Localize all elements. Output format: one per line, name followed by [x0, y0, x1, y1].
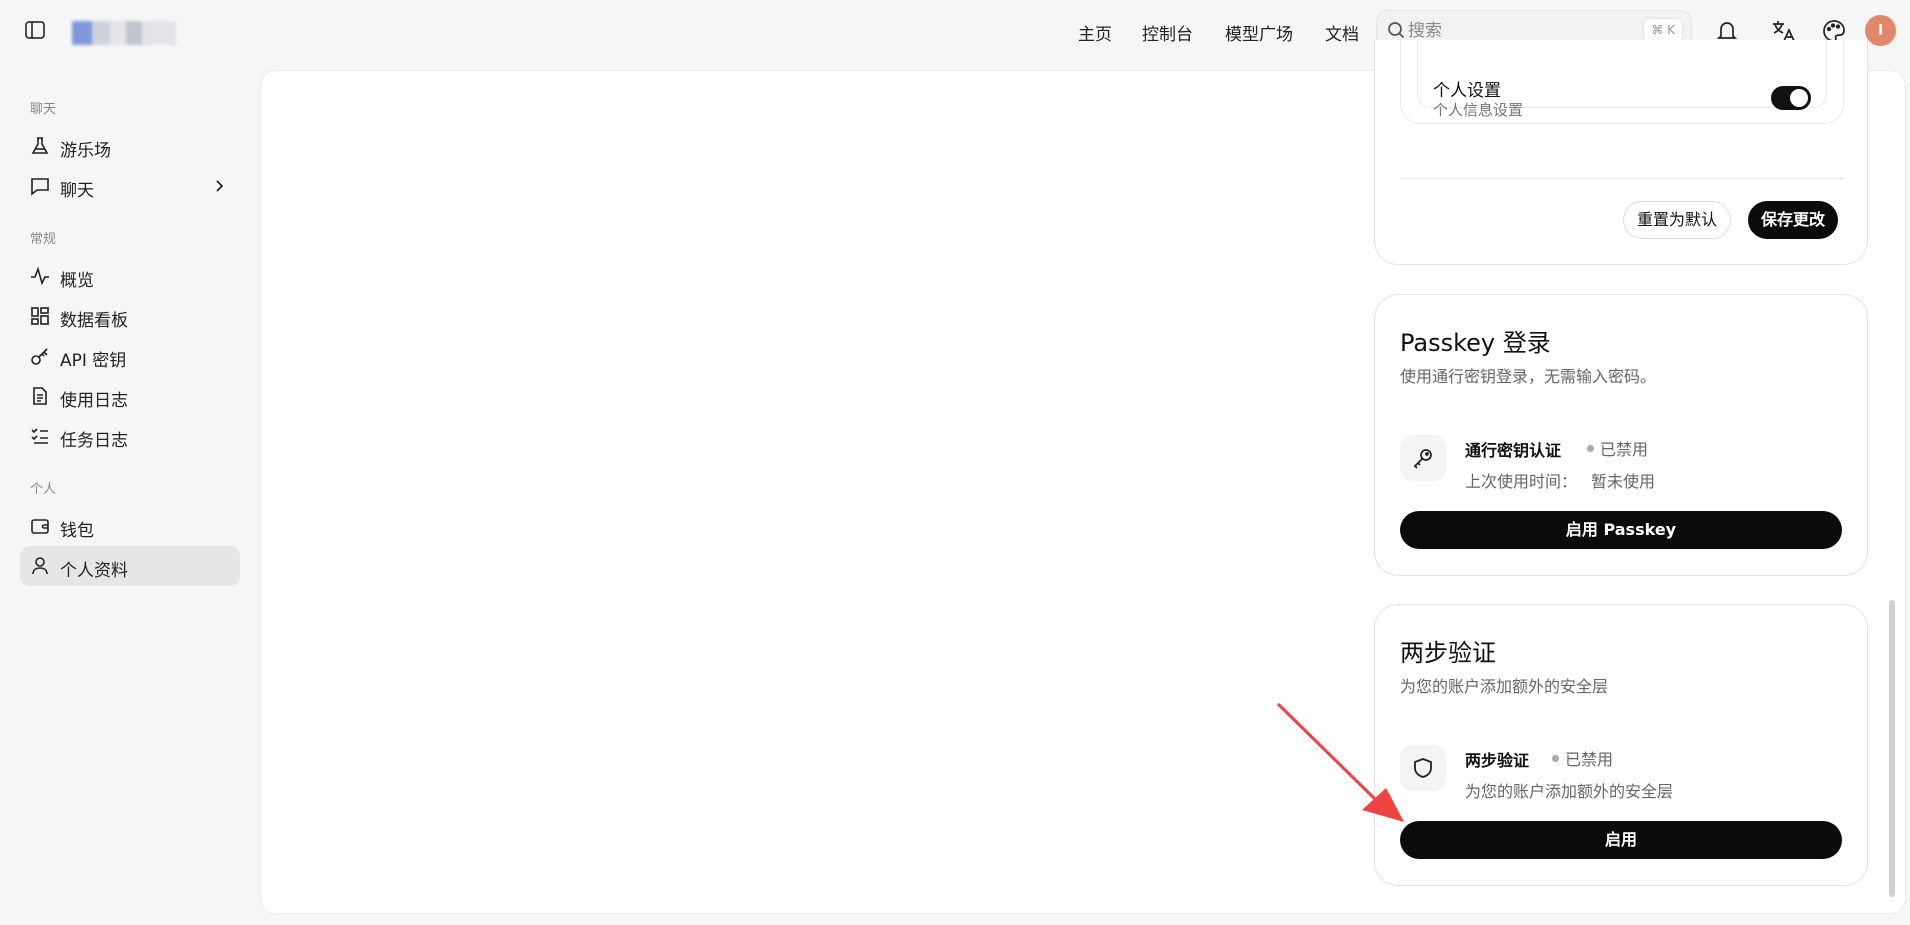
- scrollbar[interactable]: [1889, 600, 1895, 897]
- annotation-arrow: [1276, 702, 1404, 822]
